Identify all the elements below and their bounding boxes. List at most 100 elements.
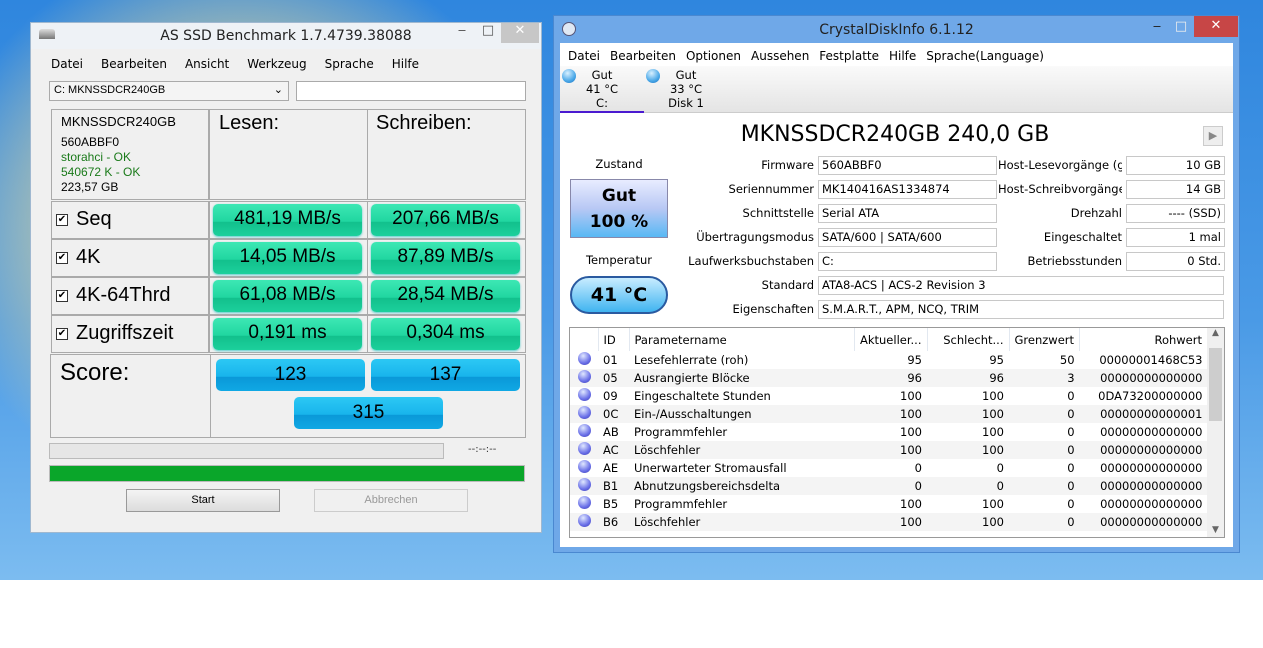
- read-result: 61,08 MB/s: [213, 280, 362, 312]
- minimize-button[interactable]: ‒: [449, 23, 475, 43]
- menu-aussehen[interactable]: Aussehen: [751, 49, 809, 63]
- cell: Ausrangierte Blöcke: [629, 369, 854, 387]
- close-button[interactable]: ✕: [501, 23, 539, 43]
- col-current[interactable]: Aktueller...: [854, 328, 928, 351]
- field-value: 10 GB: [1126, 156, 1225, 175]
- status-dot-icon: [577, 514, 591, 527]
- test-checkbox[interactable]: ✔: [56, 252, 68, 264]
- test-checkbox[interactable]: ✔: [56, 214, 68, 226]
- status-dot-icon: [577, 406, 591, 419]
- cell: 00000000000000: [1100, 497, 1203, 511]
- table-row[interactable]: B6 Löschfehler 100 100 0 00000000000000: [570, 513, 1208, 531]
- close-button[interactable]: ✕: [1194, 16, 1238, 37]
- menu-datei[interactable]: Datei: [568, 49, 600, 63]
- field-label: Schnittstelle: [742, 206, 814, 220]
- minimize-button[interactable]: ‒: [1144, 19, 1170, 39]
- drive-select[interactable]: C: MKNSSDCR240GB ⌄: [49, 81, 289, 101]
- table-row[interactable]: 0C Ein-/Ausschaltungen 100 100 0 000000000000…: [570, 405, 1208, 423]
- menu-hilfe[interactable]: Hilfe: [392, 57, 419, 71]
- menu-ansicht[interactable]: Ansicht: [185, 57, 229, 71]
- maximize-button[interactable]: □: [475, 23, 501, 43]
- test-row-1: ✔ 4K: [51, 239, 209, 277]
- menu-optionen[interactable]: Optionen: [686, 49, 741, 63]
- col-name[interactable]: Parametername: [629, 328, 855, 351]
- cancel-button[interactable]: Abbrechen: [314, 489, 468, 512]
- cell: 01: [603, 353, 618, 367]
- write-cell: 207,66 MB/s: [367, 201, 526, 239]
- cell: 00000001468C53: [1099, 353, 1203, 367]
- maximize-button[interactable]: □: [1170, 19, 1192, 39]
- start-button[interactable]: Start: [126, 489, 280, 512]
- test-checkbox[interactable]: ✔: [56, 290, 68, 302]
- field-label: Standard: [761, 278, 814, 292]
- cell: 05: [598, 369, 629, 387]
- menu-festplatte[interactable]: Festplatte: [819, 49, 879, 63]
- scroll-down-icon[interactable]: ▼: [1207, 525, 1224, 535]
- cell: 100: [927, 513, 1009, 531]
- field-value: S.M.A.R.T., APM, NCQ, TRIM: [818, 300, 1224, 319]
- cell: 100: [900, 425, 922, 439]
- menu-bearbeiten[interactable]: Bearbeiten: [101, 57, 167, 71]
- test-row-0: ✔ Seq: [51, 201, 209, 239]
- cell: Ein-/Ausschaltungen: [629, 405, 854, 423]
- menu-sprache[interactable]: Sprache(Language): [926, 49, 1044, 63]
- menu-sprache[interactable]: Sprache: [325, 57, 374, 71]
- table-row[interactable]: B5 Programmfehler 100 100 0 00000000000000: [570, 495, 1208, 513]
- table-row[interactable]: 09 Eingeschaltete Stunden 100 100 0 0DA732000…: [570, 387, 1208, 405]
- col-threshold[interactable]: Grenzwert: [1009, 328, 1081, 351]
- text-field[interactable]: [296, 81, 526, 101]
- cell: Eingeschaltete Stunden: [634, 389, 771, 403]
- col-id[interactable]: ID: [598, 328, 630, 351]
- menu-datei[interactable]: Datei: [51, 57, 83, 71]
- cell: 0: [1067, 425, 1075, 439]
- cell: 09: [603, 389, 618, 403]
- read-cell: 61,08 MB/s: [209, 277, 368, 315]
- field-label: Betriebsstunden: [1027, 254, 1122, 268]
- test-label: 4K: [76, 246, 101, 268]
- table-row[interactable]: AB Programmfehler 100 100 0 00000000000000: [570, 423, 1208, 441]
- status-dot-icon: [577, 442, 591, 455]
- field-value: 560ABBF0: [818, 156, 997, 175]
- table-row[interactable]: 01 Lesefehlerrate (roh) 95 95 50 00000001468C…: [570, 351, 1208, 369]
- read-header-label: Lesen:: [219, 112, 280, 134]
- field-label: Host-Lesevorgänge (ge: [998, 158, 1122, 172]
- score-panel: Score: 123 137 315: [50, 354, 526, 438]
- table-row[interactable]: 05 Ausrangierte Blöcke 96 96 3 00000000000000: [570, 369, 1208, 387]
- menu-bar: Datei Bearbeiten Optionen Aussehen Festplatt…: [560, 43, 1233, 66]
- status-dot-icon: [577, 478, 591, 491]
- status-dot-icon: [577, 424, 591, 437]
- write-result: 207,66 MB/s: [371, 204, 520, 236]
- cell: 00000000000000: [1079, 513, 1208, 531]
- cell: 00000000000000: [1079, 441, 1208, 459]
- table-row[interactable]: B1 Abnutzungsbereichsdelta 0 0 0 000000000000…: [570, 477, 1208, 495]
- drive-firmware: 560ABBF0: [61, 135, 120, 149]
- scroll-up-icon[interactable]: ▲: [1207, 328, 1224, 338]
- field-label: Seriennummer: [728, 182, 814, 196]
- next-disk-button[interactable]: ▶: [1203, 126, 1223, 146]
- table-row[interactable]: AC Löschfehler 100 100 0 00000000000000: [570, 441, 1208, 459]
- cell: B1: [598, 477, 629, 495]
- table-row[interactable]: AE Unerwarteter Stromausfall 0 0 0 0000000000…: [570, 459, 1208, 477]
- field-value: C:: [818, 252, 997, 271]
- col-worst[interactable]: Schlecht...: [927, 328, 1010, 351]
- field-value: 1 mal: [1126, 228, 1225, 247]
- cell: AB: [603, 425, 619, 439]
- cell: 0: [1009, 405, 1080, 423]
- menu-werkzeug[interactable]: Werkzeug: [247, 57, 306, 71]
- write-cell: 0,304 ms: [367, 315, 526, 353]
- crystaldiskinfo-window: CrystalDiskInfo 6.1.12 ‒ □ ✕ Datei Bearbe…: [553, 15, 1240, 553]
- disk-tab-disk1[interactable]: Gut 33 °C Disk 1: [644, 66, 728, 113]
- title-bar[interactable]: CrystalDiskInfo 6.1.12 ‒ □ ✕: [554, 16, 1239, 43]
- driver-status: storahci - OK: [61, 150, 132, 164]
- menu-bearbeiten[interactable]: Bearbeiten: [610, 49, 676, 63]
- disk-tab-c[interactable]: Gut 41 °C C:: [560, 66, 644, 113]
- smart-table: ID Parametername Aktueller... Schlecht..…: [569, 327, 1225, 538]
- read-header: Lesen:: [209, 109, 368, 200]
- status-dot-icon: [577, 496, 591, 509]
- menu-hilfe[interactable]: Hilfe: [889, 49, 916, 63]
- col-raw[interactable]: Rohwert: [1079, 328, 1208, 351]
- scrollbar[interactable]: ▲ ▼: [1207, 328, 1224, 537]
- test-checkbox[interactable]: ✔: [56, 328, 68, 340]
- scrollbar-thumb[interactable]: [1209, 348, 1222, 421]
- title-bar[interactable]: AS SSD Benchmark 1.7.4739.38088 ‒ □ ✕: [31, 23, 541, 49]
